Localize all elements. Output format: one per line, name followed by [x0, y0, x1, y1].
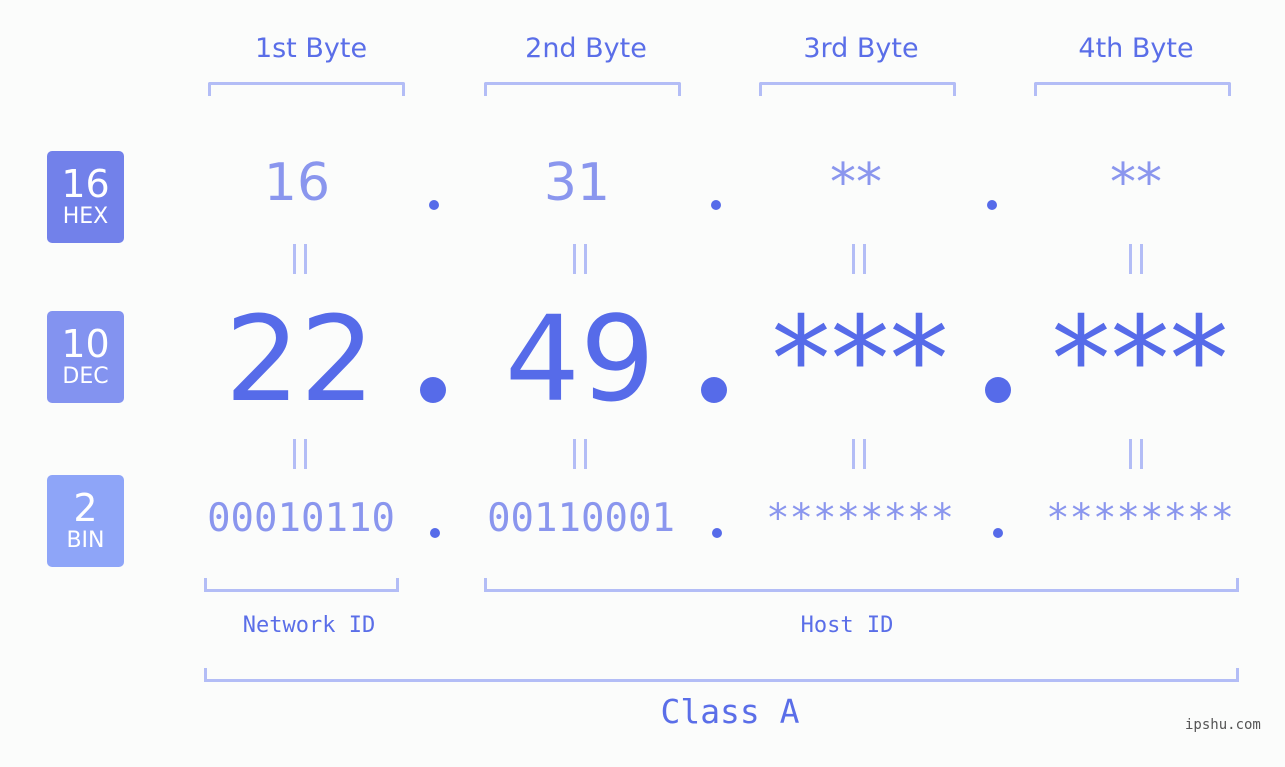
dec-badge-number: 10 — [61, 322, 110, 366]
hex-badge: 16 HEX — [47, 151, 124, 243]
bin-separator-dot — [712, 528, 722, 538]
dec-separator-dot — [420, 377, 446, 403]
bin-byte-2: 00110001 — [487, 496, 675, 541]
dec-byte-1: 22 — [224, 290, 376, 428]
host-id-label: Host ID — [800, 613, 894, 638]
bin-badge-number: 2 — [73, 486, 98, 530]
bin-byte-4: ******** — [1046, 496, 1234, 541]
byte-bracket-2 — [484, 82, 681, 96]
host-id-bracket — [484, 578, 1239, 592]
dec-badge: 10 DEC — [47, 311, 124, 403]
byte-header-2: 2nd Byte — [525, 33, 647, 64]
byte-header-1: 1st Byte — [254, 33, 368, 64]
dec-separator-dot — [701, 377, 727, 403]
equals-sign — [1106, 238, 1166, 274]
hex-separator-dot — [711, 200, 721, 210]
dec-byte-3: *** — [771, 290, 949, 428]
byte-bracket-4 — [1034, 82, 1231, 96]
class-label: Class A — [660, 692, 800, 731]
equals-sign — [829, 433, 889, 469]
bin-badge-label: BIN — [66, 528, 105, 553]
network-id-bracket — [204, 578, 399, 592]
class-bracket — [204, 668, 1239, 682]
equals-sign — [1106, 433, 1166, 469]
hex-badge-number: 16 — [61, 162, 110, 206]
hex-separator-dot — [429, 200, 439, 210]
bin-byte-1: 00010110 — [207, 496, 395, 541]
byte-header-3: 3rd Byte — [803, 33, 919, 64]
equals-sign — [270, 433, 330, 469]
hex-badge-label: HEX — [62, 204, 109, 229]
bin-separator-dot — [993, 528, 1003, 538]
hex-byte-1: 16 — [263, 153, 331, 213]
hex-byte-3: ** — [830, 153, 882, 213]
hex-separator-dot — [987, 200, 997, 210]
equals-sign — [829, 238, 889, 274]
bin-byte-3: ******** — [766, 496, 954, 541]
equals-sign — [550, 433, 610, 469]
network-id-label: Network ID — [242, 613, 376, 638]
byte-bracket-3 — [759, 82, 956, 96]
dec-badge-label: DEC — [62, 364, 109, 389]
equals-sign — [550, 238, 610, 274]
dec-byte-4: *** — [1051, 290, 1229, 428]
hex-byte-4: ** — [1110, 153, 1162, 213]
bin-badge: 2 BIN — [47, 475, 124, 567]
dec-separator-dot — [985, 377, 1011, 403]
equals-sign — [270, 238, 330, 274]
bin-separator-dot — [430, 528, 440, 538]
byte-bracket-1 — [208, 82, 405, 96]
hex-byte-2: 31 — [543, 153, 611, 213]
dec-byte-2: 49 — [504, 290, 656, 428]
watermark: ipshu.com — [1185, 717, 1261, 733]
byte-header-4: 4th Byte — [1078, 33, 1194, 64]
